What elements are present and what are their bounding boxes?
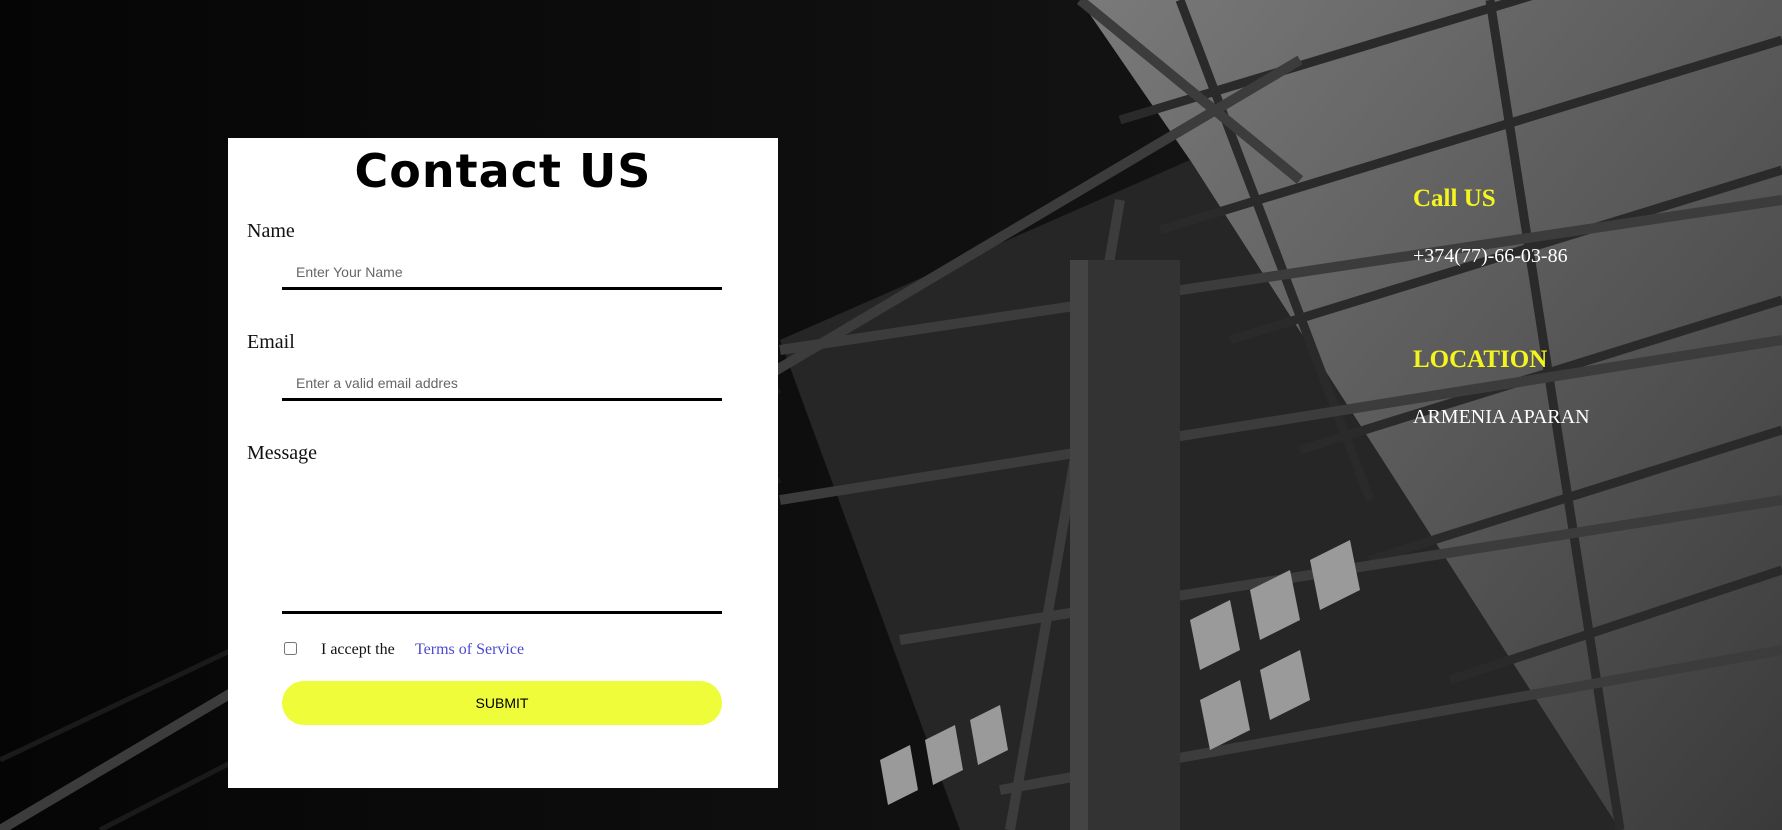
location-text: ARMENIA APARAN xyxy=(1413,406,1590,428)
name-label: Name xyxy=(247,220,295,242)
contact-form-card: Contact US Name Email Message I accept t… xyxy=(228,138,778,788)
submit-button[interactable]: SUBMIT xyxy=(282,681,722,725)
location-heading: LOCATION xyxy=(1413,346,1548,373)
message-label: Message xyxy=(247,442,317,464)
form-title: Contact US xyxy=(354,144,652,198)
email-input[interactable] xyxy=(282,367,722,401)
accept-text: I accept the xyxy=(321,641,395,658)
terms-of-service-link[interactable]: Terms of Service xyxy=(415,641,524,659)
phone-number: +374(77)-66-03-86 xyxy=(1413,245,1568,267)
email-label: Email xyxy=(247,331,295,353)
name-input[interactable] xyxy=(282,256,722,290)
message-textarea[interactable] xyxy=(282,470,722,614)
call-us-heading: Call US xyxy=(1413,185,1496,212)
terms-checkbox[interactable] xyxy=(284,642,297,655)
